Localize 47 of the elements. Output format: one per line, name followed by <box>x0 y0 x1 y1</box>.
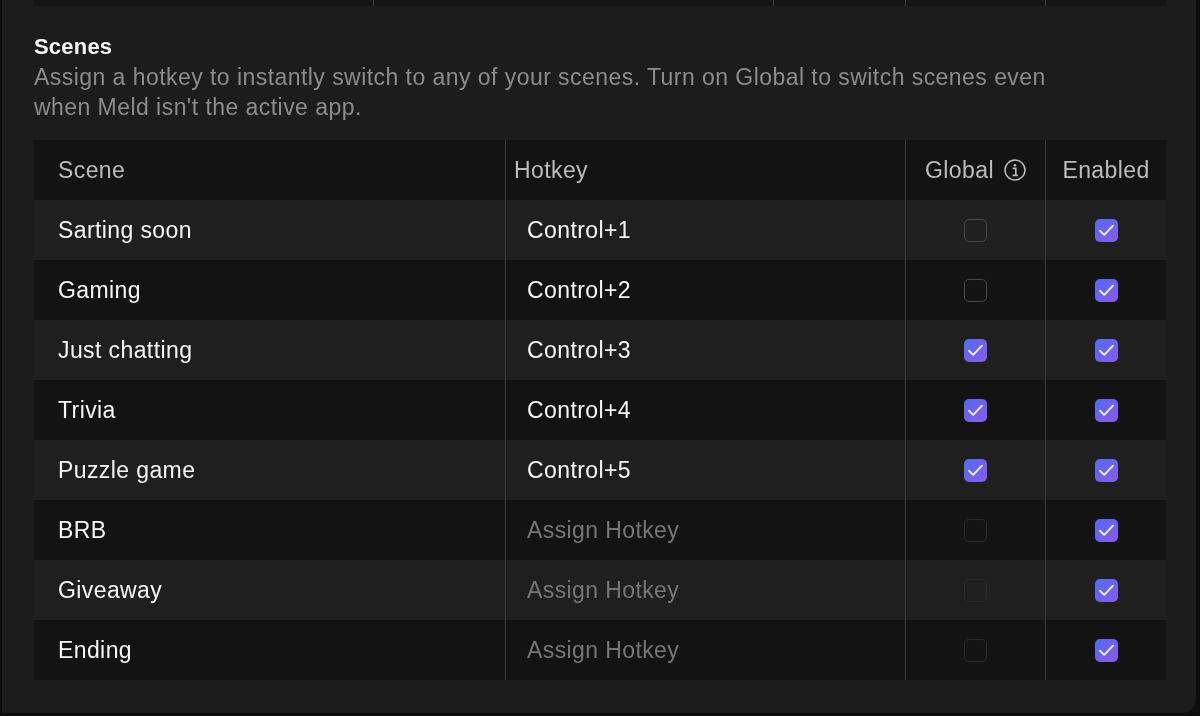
hotkey-field[interactable]: Control+2 <box>527 276 631 304</box>
hotkey-field[interactable]: Control+4 <box>527 396 631 424</box>
table-cell: Sarting soon <box>58 216 192 244</box>
checkmark-icon <box>1098 224 1114 236</box>
info-icon[interactable] <box>1003 159 1026 181</box>
hotkey-field[interactable]: Assign Hotkey <box>527 636 680 664</box>
table-cell: BRB <box>58 516 107 544</box>
table-cell: Ending <box>58 636 133 664</box>
checkbox[interactable] <box>1094 218 1118 242</box>
table-cell: Just chatting <box>58 336 193 364</box>
hotkey-field[interactable]: Control+3 <box>527 336 631 364</box>
checkmark-icon <box>1098 464 1114 476</box>
checkbox[interactable] <box>964 458 987 482</box>
table-cell: Gaming <box>58 276 141 304</box>
checkmark-icon <box>968 344 983 356</box>
checkbox[interactable] <box>1094 638 1118 662</box>
checkmark-icon <box>1098 344 1114 356</box>
checkbox[interactable] <box>964 338 987 362</box>
hotkey-field[interactable]: Assign Hotkey <box>527 516 680 544</box>
section-title: Scenes <box>34 33 113 61</box>
checkbox[interactable] <box>1094 458 1118 482</box>
hotkey-field[interactable]: Control+5 <box>527 456 631 484</box>
checkmark-icon <box>1098 644 1114 656</box>
checkmark-icon <box>1098 524 1114 536</box>
checkbox[interactable] <box>1094 518 1118 542</box>
column-header: Global <box>925 156 994 184</box>
checkbox[interactable] <box>964 218 987 242</box>
table-cell: Trivia <box>58 396 116 424</box>
column-header: Hotkey <box>514 156 588 184</box>
checkbox[interactable] <box>964 398 987 422</box>
section-description: Assign a hotkey to instantly switch to any of your scenes. Turn on Global to switch scenes even when Meld isn't the active app. <box>34 63 1047 122</box>
checkmark-icon <box>1098 584 1114 596</box>
table-cell: Puzzle game <box>58 456 196 484</box>
column-header: Enabled <box>1062 156 1150 184</box>
column-header: Scene <box>58 156 126 184</box>
checkbox[interactable] <box>1094 278 1118 302</box>
checkmark-icon <box>968 464 983 476</box>
checkmark-icon <box>1098 404 1114 416</box>
checkmark-icon <box>968 404 983 416</box>
table-cell: Giveaway <box>58 576 163 604</box>
hotkey-field[interactable]: Assign Hotkey <box>527 576 680 604</box>
checkmark-icon <box>1098 284 1114 296</box>
checkbox[interactable] <box>1094 578 1118 602</box>
checkbox[interactable] <box>1094 338 1118 362</box>
checkbox[interactable] <box>964 278 987 302</box>
checkbox[interactable] <box>1094 398 1118 422</box>
hotkey-field[interactable]: Control+1 <box>527 216 631 244</box>
